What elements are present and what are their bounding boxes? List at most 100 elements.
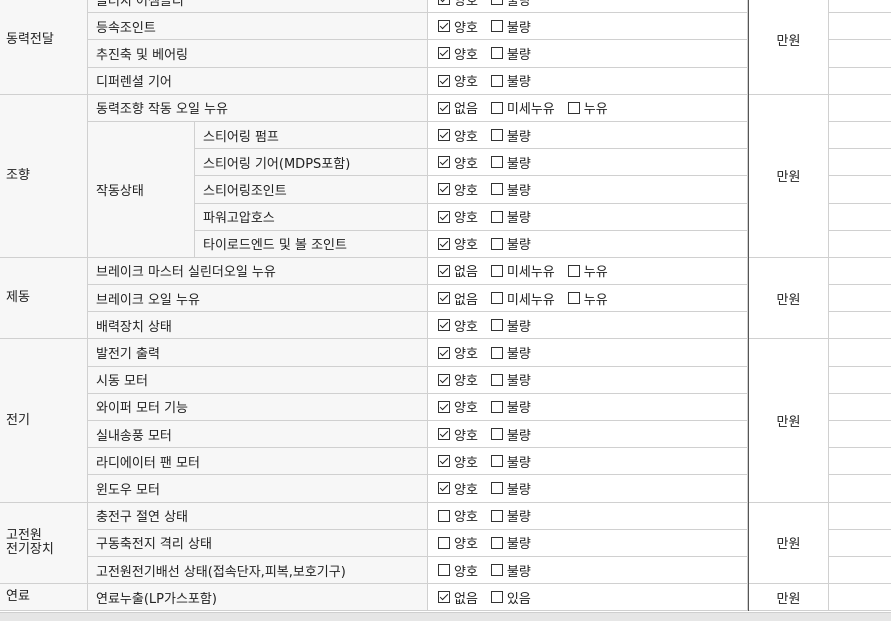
checkbox[interactable] (438, 129, 450, 142)
checkbox[interactable] (490, 482, 503, 495)
option[interactable]: 없음 (438, 98, 478, 117)
checkbox[interactable] (490, 428, 503, 441)
option[interactable]: 양호 (438, 533, 478, 552)
option[interactable]: 불량 (490, 207, 531, 226)
checkbox[interactable] (438, 20, 450, 33)
option[interactable]: 불량 (490, 180, 531, 199)
checkbox[interactable] (567, 101, 580, 114)
option[interactable]: 불량 (490, 71, 531, 90)
option[interactable]: 누유 (567, 98, 608, 117)
option[interactable]: 불량 (490, 44, 531, 63)
option[interactable]: 양호 (438, 44, 478, 63)
checkbox[interactable] (438, 237, 450, 250)
checkbox[interactable] (490, 101, 503, 114)
checkbox[interactable] (490, 591, 503, 604)
checkbox[interactable] (438, 0, 450, 6)
checkbox[interactable] (438, 346, 450, 359)
checkbox[interactable] (438, 210, 450, 223)
option[interactable]: 불량 (490, 561, 531, 580)
checkbox[interactable] (490, 47, 503, 60)
checkbox[interactable] (438, 509, 450, 522)
option[interactable]: 불량 (490, 479, 531, 498)
checkbox[interactable] (490, 373, 503, 386)
option[interactable]: 양호 (438, 207, 478, 226)
option[interactable]: 양호 (438, 71, 478, 90)
checkbox[interactable] (438, 156, 450, 169)
option[interactable]: 불량 (490, 153, 531, 172)
checkbox[interactable] (490, 564, 503, 577)
option[interactable]: 불량 (490, 533, 531, 552)
checkbox[interactable] (438, 47, 450, 60)
checkbox[interactable] (438, 183, 450, 196)
checkbox[interactable] (490, 264, 503, 277)
checkbox[interactable] (490, 0, 503, 6)
checkbox[interactable] (490, 129, 503, 142)
option[interactable]: 없음 (438, 289, 478, 308)
checkbox[interactable] (438, 591, 450, 604)
option[interactable]: 불량 (490, 316, 531, 335)
option[interactable]: 양호 (438, 452, 478, 471)
checkbox[interactable] (490, 183, 503, 196)
checkbox[interactable] (490, 346, 503, 359)
checkbox[interactable] (490, 509, 503, 522)
checkbox[interactable] (438, 428, 450, 441)
checkbox[interactable] (490, 455, 503, 468)
option[interactable]: 누유 (567, 261, 608, 280)
checkbox[interactable] (490, 536, 503, 549)
option[interactable]: 있음 (490, 588, 531, 607)
checkbox[interactable] (438, 455, 450, 468)
checkbox[interactable] (490, 400, 503, 413)
checkbox[interactable] (438, 101, 450, 114)
option[interactable]: 양호 (438, 479, 478, 498)
option[interactable]: 양호 (438, 506, 478, 525)
checkbox[interactable] (567, 264, 580, 277)
checkbox[interactable] (490, 292, 503, 305)
option[interactable]: 불량 (490, 0, 531, 9)
option[interactable]: 미세누유 (490, 98, 555, 117)
note-cell (829, 448, 891, 476)
checkbox[interactable] (438, 482, 450, 495)
option[interactable]: 양호 (438, 561, 478, 580)
checkbox[interactable] (438, 536, 450, 549)
option[interactable]: 없음 (438, 261, 478, 280)
option[interactable]: 불량 (490, 126, 531, 145)
option[interactable]: 누유 (567, 289, 608, 308)
checkbox[interactable] (490, 20, 503, 33)
option[interactable]: 양호 (438, 343, 478, 362)
option[interactable]: 불량 (490, 397, 531, 416)
checkbox[interactable] (490, 237, 503, 250)
checkbox[interactable] (438, 400, 450, 413)
option[interactable]: 양호 (438, 316, 478, 335)
option[interactable]: 양호 (438, 153, 478, 172)
checkbox[interactable] (490, 210, 503, 223)
checkbox[interactable] (438, 564, 450, 577)
checkbox[interactable] (567, 292, 580, 305)
checkbox[interactable] (490, 74, 503, 87)
option[interactable]: 양호 (438, 234, 478, 253)
horizontal-scrollbar[interactable] (0, 612, 891, 621)
checkbox[interactable] (438, 264, 450, 277)
option[interactable]: 미세누유 (490, 289, 555, 308)
checkbox[interactable] (438, 74, 450, 87)
option[interactable]: 양호 (438, 17, 478, 36)
option[interactable]: 불량 (490, 17, 531, 36)
checkbox[interactable] (438, 292, 450, 305)
option[interactable]: 양호 (438, 397, 478, 416)
option[interactable]: 미세누유 (490, 261, 555, 280)
option[interactable]: 불량 (490, 425, 531, 444)
option[interactable]: 양호 (438, 425, 478, 444)
option[interactable]: 불량 (490, 452, 531, 471)
checkbox[interactable] (438, 319, 450, 332)
option[interactable]: 불량 (490, 506, 531, 525)
option[interactable]: 불량 (490, 370, 531, 389)
checkbox[interactable] (490, 319, 503, 332)
option[interactable]: 불량 (490, 343, 531, 362)
option[interactable]: 양호 (438, 0, 478, 9)
checkbox[interactable] (438, 373, 450, 386)
option[interactable]: 양호 (438, 180, 478, 199)
option[interactable]: 양호 (438, 370, 478, 389)
option[interactable]: 없음 (438, 588, 478, 607)
option[interactable]: 양호 (438, 126, 478, 145)
option[interactable]: 불량 (490, 234, 531, 253)
checkbox[interactable] (490, 156, 503, 169)
